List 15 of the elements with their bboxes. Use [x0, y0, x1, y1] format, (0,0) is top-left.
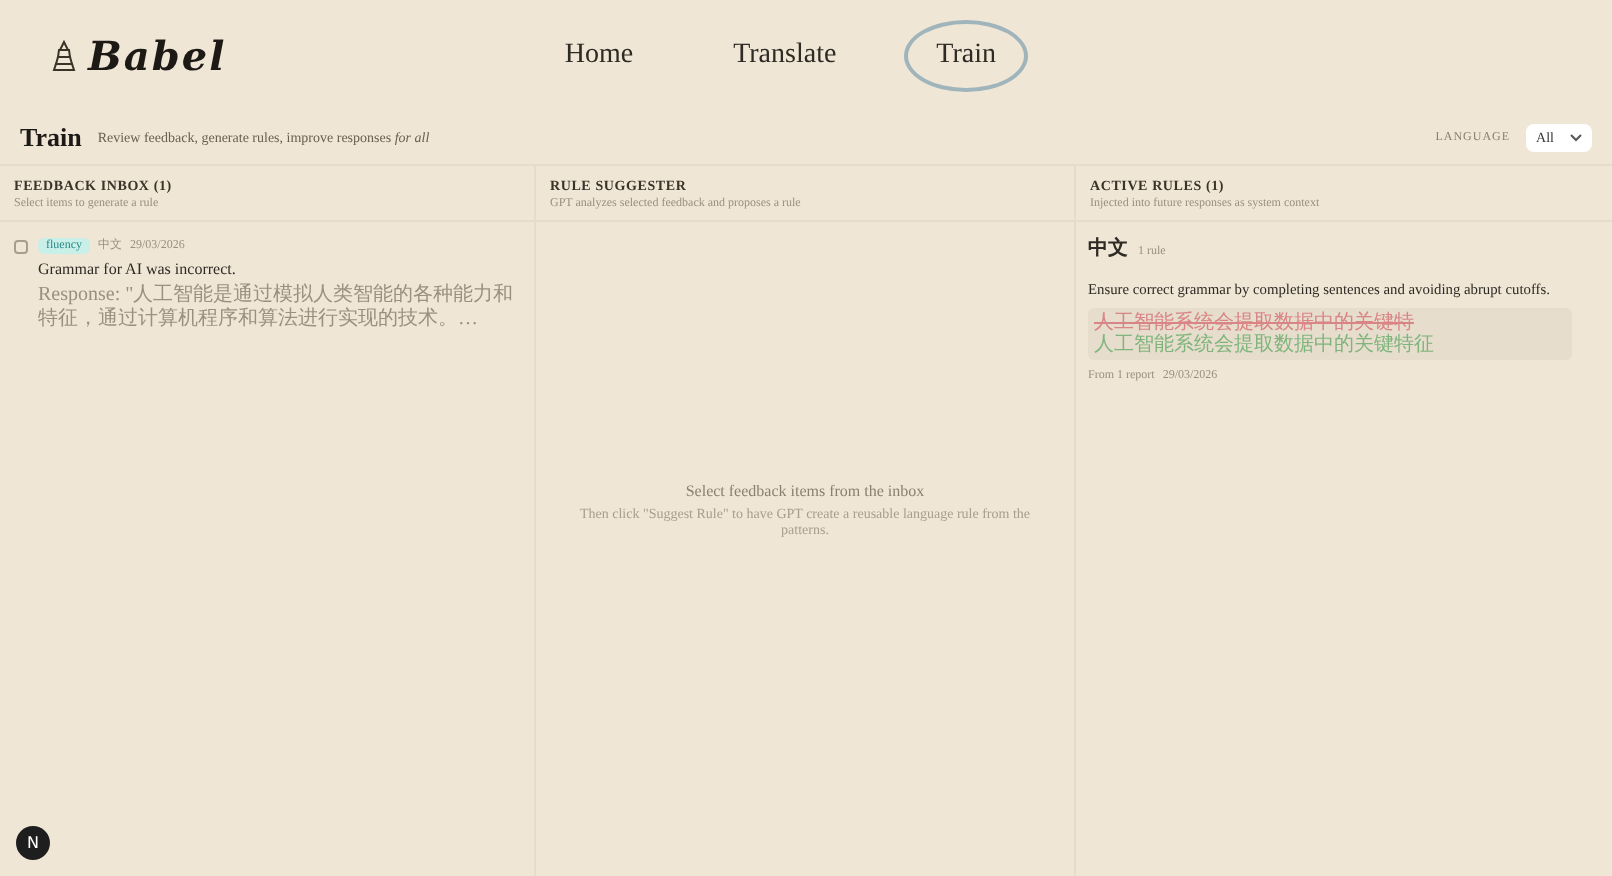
nav-link[interactable]: Train	[904, 19, 1028, 91]
chevron-icon	[1570, 133, 1582, 141]
logo[interactable]: Babel	[88, 31, 227, 79]
checkbox[interactable]	[14, 240, 28, 254]
empty-title: Select feedback items from the inbox	[685, 481, 925, 499]
added-text: 人工智能系统会提取数据中的关键特征	[1094, 334, 1436, 356]
language-heading: 中文	[1088, 235, 1128, 262]
response-text: Response: "人工智能是通过模拟人类智能的各种能力和特征，通过计算机程序和算法进行实现的技术。…	[38, 284, 516, 330]
nav-link[interactable]: Home	[532, 19, 666, 91]
tower-icon	[52, 39, 76, 71]
removed-text: 人工智能系统会提取数据中的关键特	[1094, 312, 1414, 334]
page-title: Train	[20, 121, 82, 153]
nav-link[interactable]: Translate	[701, 19, 869, 91]
feedback-title: Grammar for AI was incorrect.	[38, 260, 238, 278]
dev-badge[interactable]: N	[16, 826, 50, 860]
